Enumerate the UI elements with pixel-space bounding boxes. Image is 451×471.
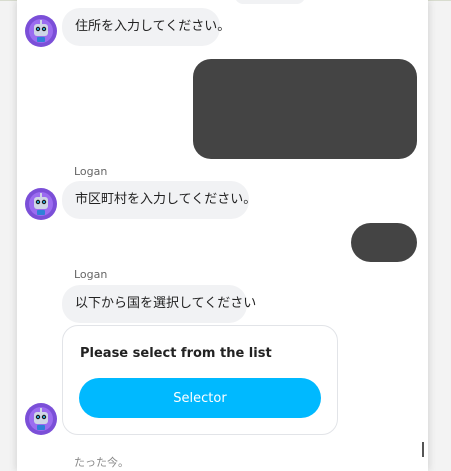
message-timestamp: たった今。	[74, 456, 129, 469]
bot-message-bubble: 以下から国を選択してください	[62, 285, 256, 323]
message-text: 以下から国を選択してください	[75, 296, 257, 311]
selector-button[interactable]: Selector	[79, 378, 321, 418]
message-text: 市区町村を入力してください。	[75, 192, 257, 207]
bot-message-bubble: 住所を入力してください。	[62, 8, 230, 46]
user-message-redacted	[351, 223, 417, 262]
sender-name: Logan	[74, 165, 108, 178]
bot-avatar-icon	[25, 403, 57, 435]
selection-card: Please select from the list Selector	[62, 325, 338, 435]
bot-avatar-icon	[25, 15, 57, 47]
bot-message-bubble: 市区町村を入力してください。	[62, 181, 256, 219]
message-text: 住所を入力してください。	[75, 19, 231, 34]
user-message-redacted	[193, 59, 417, 159]
previous-message-fragment	[235, 0, 305, 4]
sender-name: Logan	[74, 268, 108, 281]
card-title: Please select from the list	[80, 346, 272, 361]
bot-avatar-icon	[25, 188, 57, 220]
selector-button-label: Selector	[173, 390, 227, 406]
scrollbar-thumb[interactable]	[422, 442, 424, 457]
